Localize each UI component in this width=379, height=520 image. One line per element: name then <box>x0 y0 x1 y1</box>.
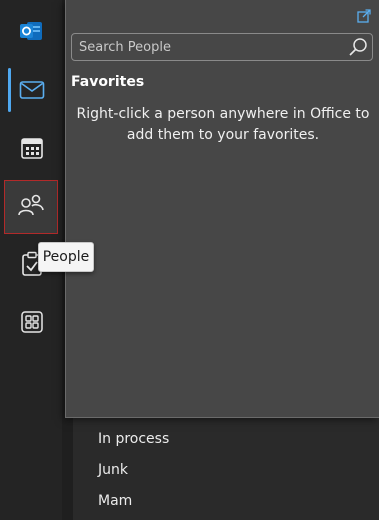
folder-list: In process Junk Mam <box>73 418 379 520</box>
people-peek-panel: Search People Favorites Right-click a pe… <box>65 0 379 418</box>
rail-item-calendar[interactable] <box>8 124 56 172</box>
favorites-heading: Favorites <box>71 74 145 90</box>
search-placeholder: Search People <box>79 40 171 55</box>
rail-item-more-apps[interactable] <box>8 298 56 346</box>
search-icon[interactable] <box>348 37 368 57</box>
people-icon <box>17 193 45 221</box>
pop-out-icon[interactable] <box>357 8 371 23</box>
apps-grid-icon <box>21 311 43 333</box>
mail-icon <box>19 80 45 100</box>
folder-item[interactable]: Junk <box>73 455 379 486</box>
folder-item[interactable]: Mam <box>73 486 379 517</box>
favorites-hint: Right-click a person anywhere in Office … <box>76 106 370 143</box>
outlook-logo-icon <box>18 18 44 44</box>
people-tooltip: People <box>38 242 94 272</box>
search-people-input[interactable]: Search People <box>71 33 373 61</box>
calendar-icon <box>20 136 44 160</box>
rail-item-people[interactable] <box>4 180 58 234</box>
folder-item[interactable]: In process <box>73 424 379 455</box>
rail-item-mail[interactable] <box>8 66 56 114</box>
